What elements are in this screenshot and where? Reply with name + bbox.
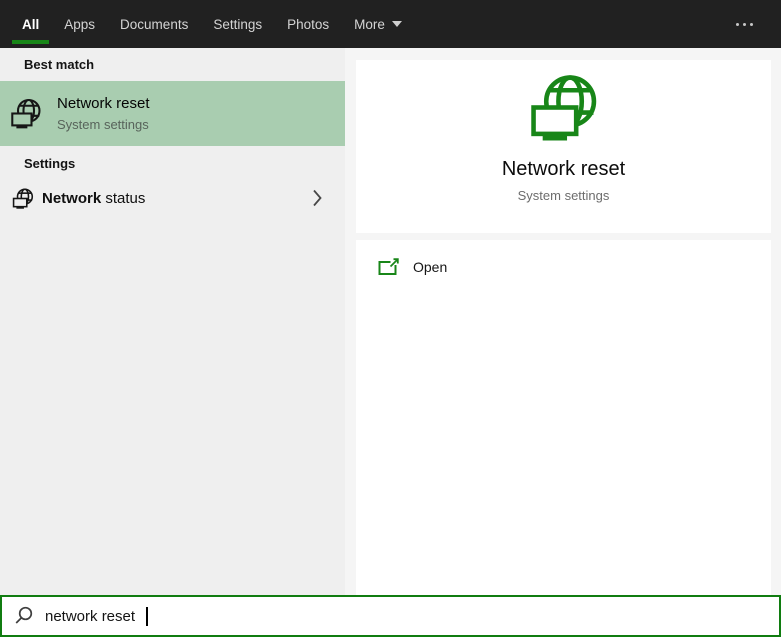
ellipsis-button[interactable] xyxy=(730,0,759,48)
preview-title: Network reset xyxy=(501,158,626,180)
settings-result-label: Network status xyxy=(42,189,146,207)
open-action[interactable]: Open xyxy=(356,240,771,277)
preview-subtitle: System settings xyxy=(517,188,610,203)
search-input[interactable]: network reset xyxy=(45,608,135,625)
tab-settings[interactable]: Settings xyxy=(213,0,262,48)
search-filter-tabs: All Apps Documents Settings Photos More xyxy=(11,0,402,48)
result-title: Network reset xyxy=(57,95,150,112)
chevron-right-icon xyxy=(312,189,323,207)
search-icon xyxy=(14,606,34,626)
settings-result-network-status[interactable]: Network status xyxy=(0,178,345,218)
settings-section-header: Settings xyxy=(24,156,76,171)
network-reset-icon xyxy=(9,98,43,129)
tab-photos[interactable]: Photos xyxy=(287,0,329,48)
text-caret xyxy=(146,606,148,626)
tab-all[interactable]: All xyxy=(11,0,50,48)
preview-actions-card: Open xyxy=(356,240,771,595)
best-match-result[interactable]: Network reset System settings xyxy=(0,81,345,146)
search-bar[interactable]: network reset xyxy=(0,595,781,637)
result-subtitle: System settings xyxy=(57,117,149,132)
open-in-new-icon xyxy=(378,257,400,277)
best-match-header: Best match xyxy=(24,57,95,72)
ellipsis-icon xyxy=(736,22,739,26)
tab-apps[interactable]: Apps xyxy=(64,0,95,48)
preview-panel: Network reset System settings Open xyxy=(345,48,781,595)
tab-more[interactable]: More xyxy=(354,0,402,48)
open-action-label: Open xyxy=(413,259,448,275)
results-panel: Best match Network reset System settings… xyxy=(0,48,345,595)
search-tabs-bar: All Apps Documents Settings Photos More xyxy=(0,0,781,48)
preview-header-card: Network reset System settings xyxy=(356,60,771,233)
tab-documents[interactable]: Documents xyxy=(120,0,188,48)
network-icon xyxy=(12,187,34,209)
chevron-down-icon xyxy=(391,21,402,27)
tab-more-label: More xyxy=(354,16,385,32)
network-reset-icon xyxy=(528,74,600,141)
